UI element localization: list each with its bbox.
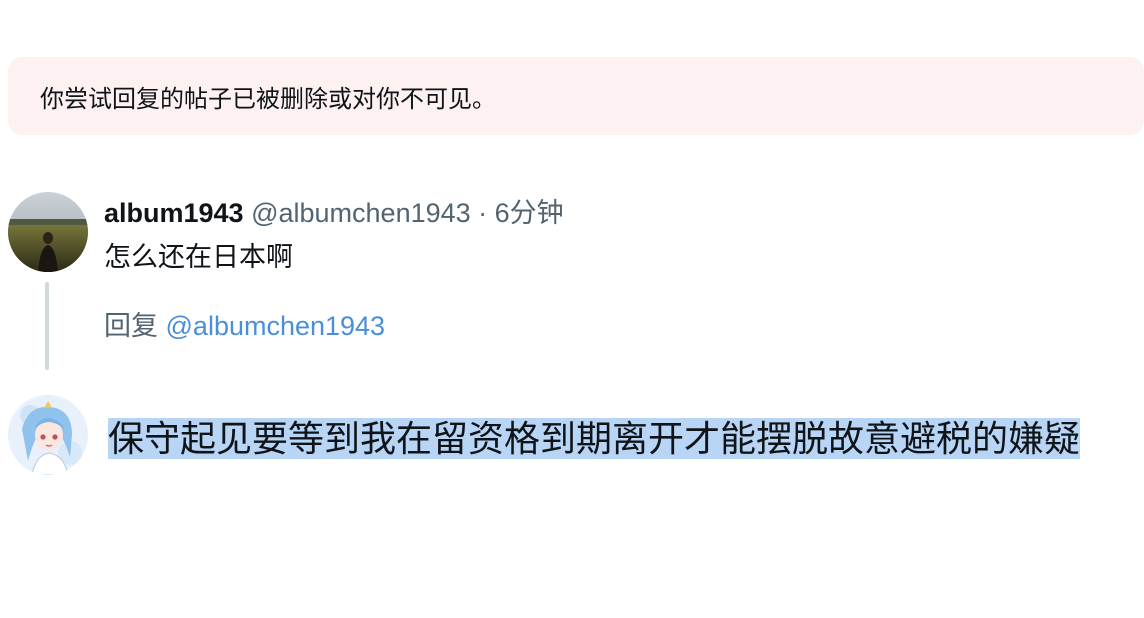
original-post-header: album1943 @albumchen1943 · 6分钟 (104, 196, 564, 230)
author-display-name[interactable]: album1943 (104, 198, 244, 228)
avatar-photo-image (8, 192, 88, 272)
post-timestamp[interactable]: 6分钟 (495, 198, 564, 228)
anime-avatar-image (8, 395, 88, 475)
current-user-avatar[interactable] (8, 395, 88, 475)
original-post-text: 怎么还在日本啊 (104, 242, 293, 272)
error-notice-text: 你尝试回复的帖子已被删除或对你不可见。 (40, 85, 496, 113)
error-notice-banner: 你尝试回复的帖子已被删除或对你不可见。 (8, 57, 1144, 135)
replying-to-line: 回复 @albumchen1943 (104, 309, 385, 343)
thread-connector-line (45, 282, 49, 370)
author-handle[interactable]: @albumchen1943 (251, 198, 471, 228)
meta-separator: · (470, 198, 495, 228)
original-author-avatar[interactable] (8, 192, 88, 272)
selected-draft-text[interactable]: 保守起见要等到我在留资格到期离开才能摆脱故意避税的嫌疑 (108, 418, 1081, 459)
reply-compose-input[interactable]: 保守起见要等到我在留资格到期离开才能摆脱故意避税的嫌疑 (108, 417, 1118, 461)
replying-to-label: 回复 (104, 311, 166, 341)
replying-to-mention[interactable]: @albumchen1943 (166, 311, 386, 341)
